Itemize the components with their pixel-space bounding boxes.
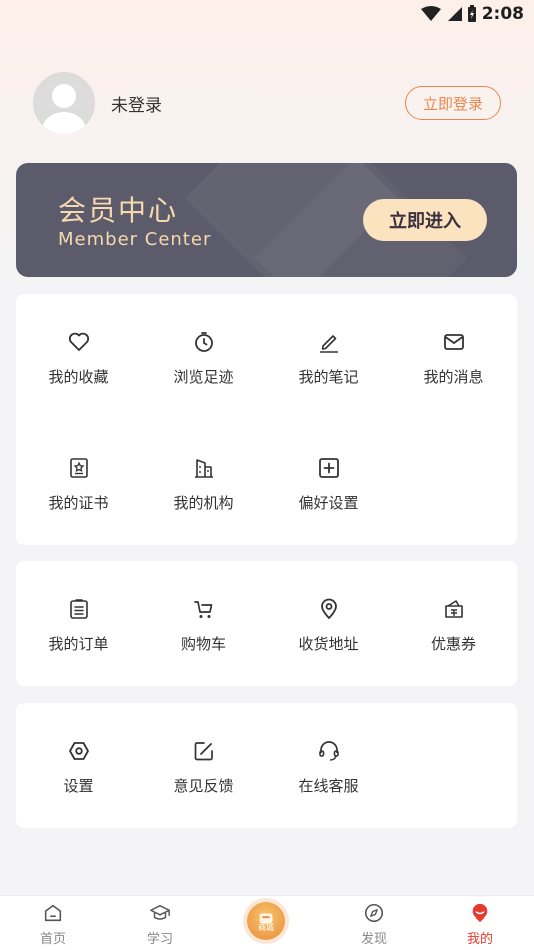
- order-list-icon: [69, 599, 88, 619]
- menu-item-label: 购物车: [180, 635, 226, 653]
- status-bar: 2:08: [0, 0, 534, 28]
- member-enter-button[interactable]: 立即进入: [363, 199, 487, 241]
- tab-label: 学习: [146, 932, 173, 947]
- member-center-card[interactable]: 会员中心 Member Center 立即进入: [16, 163, 517, 277]
- plus-square-icon: [318, 458, 339, 478]
- tab-label: 首页: [39, 932, 66, 947]
- menu-item-label: 我的证书: [48, 494, 109, 512]
- profile-name[interactable]: 未登录: [111, 91, 162, 116]
- menu-item-label: 意见反馈: [173, 777, 234, 795]
- location-icon: [320, 598, 337, 620]
- settings-hex-icon: [68, 742, 89, 760]
- menu-item-preferences[interactable]: 偏好设置: [266, 456, 391, 526]
- pencil-icon: [319, 335, 338, 353]
- cart-icon: [193, 601, 212, 618]
- clock-icon: [194, 332, 213, 352]
- personal-section: 我的收藏 浏览足迹 我的笔记 我的消息 我的证书 我的机构 偏好设置: [16, 294, 517, 545]
- member-subtitle: Member Center: [58, 229, 212, 250]
- member-title: 会员中心: [58, 194, 179, 227]
- login-button[interactable]: 立即登录: [405, 86, 501, 120]
- home-icon: [44, 904, 62, 922]
- menu-item-label: 浏览足迹: [173, 368, 234, 386]
- menu-item-label: 设置: [63, 777, 94, 795]
- menu-item-label: 我的消息: [423, 368, 484, 386]
- menu-item-messages[interactable]: 我的消息: [391, 330, 516, 400]
- tab-study[interactable]: 学习: [120, 902, 200, 948]
- profile-icon: [472, 903, 488, 923]
- menu-item-feedback[interactable]: 意见反馈: [141, 739, 266, 809]
- mail-icon: [443, 334, 464, 350]
- tab-discover[interactable]: 发现: [334, 902, 414, 948]
- menu-item-label: 我的机构: [173, 494, 234, 512]
- avatar-head: [52, 84, 76, 108]
- menu-item-settings[interactable]: 设置: [16, 739, 141, 809]
- shopping-section: 我的订单 购物车 收货地址 优惠券: [16, 561, 517, 686]
- avatar[interactable]: [33, 72, 95, 134]
- building-icon: [194, 459, 213, 478]
- menu-item-institutions[interactable]: 我的机构: [141, 456, 266, 526]
- tab-label: 发现: [360, 932, 387, 947]
- menu-item-coupons[interactable]: 优惠券: [391, 597, 516, 667]
- menu-item-favorites[interactable]: 我的收藏: [16, 330, 141, 400]
- status-time: 2:08: [481, 4, 524, 24]
- menu-item-label: 我的订单: [48, 635, 109, 653]
- service-section: 设置 意见反馈 在线客服: [16, 703, 517, 828]
- edit-icon: [194, 742, 213, 761]
- avatar-body: [42, 112, 86, 134]
- profile-header: 未登录 立即登录: [33, 72, 503, 134]
- menu-item-orders[interactable]: 我的订单: [16, 597, 141, 667]
- coupon-icon: [444, 600, 463, 618]
- menu-item-label: 偏好设置: [298, 494, 359, 512]
- heart-icon: [68, 332, 89, 351]
- menu-item-label: 收货地址: [298, 635, 359, 653]
- signal-icon: [447, 7, 462, 21]
- menu-item-cart[interactable]: 购物车: [141, 597, 266, 667]
- menu-item-customer-service[interactable]: 在线客服: [266, 739, 391, 809]
- menu-item-certificates[interactable]: 我的证书: [16, 456, 141, 526]
- menu-item-label: 我的收藏: [48, 368, 109, 386]
- headset-icon: [318, 741, 339, 761]
- menu-item-address[interactable]: 收货地址: [266, 597, 391, 667]
- graduation-cap-icon: [150, 904, 170, 920]
- wifi-icon: [420, 6, 441, 21]
- menu-item-history[interactable]: 浏览足迹: [141, 330, 266, 400]
- tab-home[interactable]: 首页: [13, 902, 93, 948]
- battery-icon: [467, 5, 476, 22]
- menu-item-label: 在线客服: [298, 777, 359, 795]
- tab-label: 我的: [466, 932, 493, 947]
- menu-item-label: 优惠券: [430, 635, 476, 653]
- certificate-icon: [69, 458, 88, 478]
- tab-shop[interactable]: 商城: [247, 902, 285, 940]
- menu-item-notes[interactable]: 我的笔记: [266, 330, 391, 400]
- compass-icon: [364, 903, 384, 923]
- tab-profile[interactable]: 我的: [440, 902, 520, 948]
- shop-icon: [259, 913, 273, 924]
- menu-item-label: 我的笔记: [298, 368, 359, 386]
